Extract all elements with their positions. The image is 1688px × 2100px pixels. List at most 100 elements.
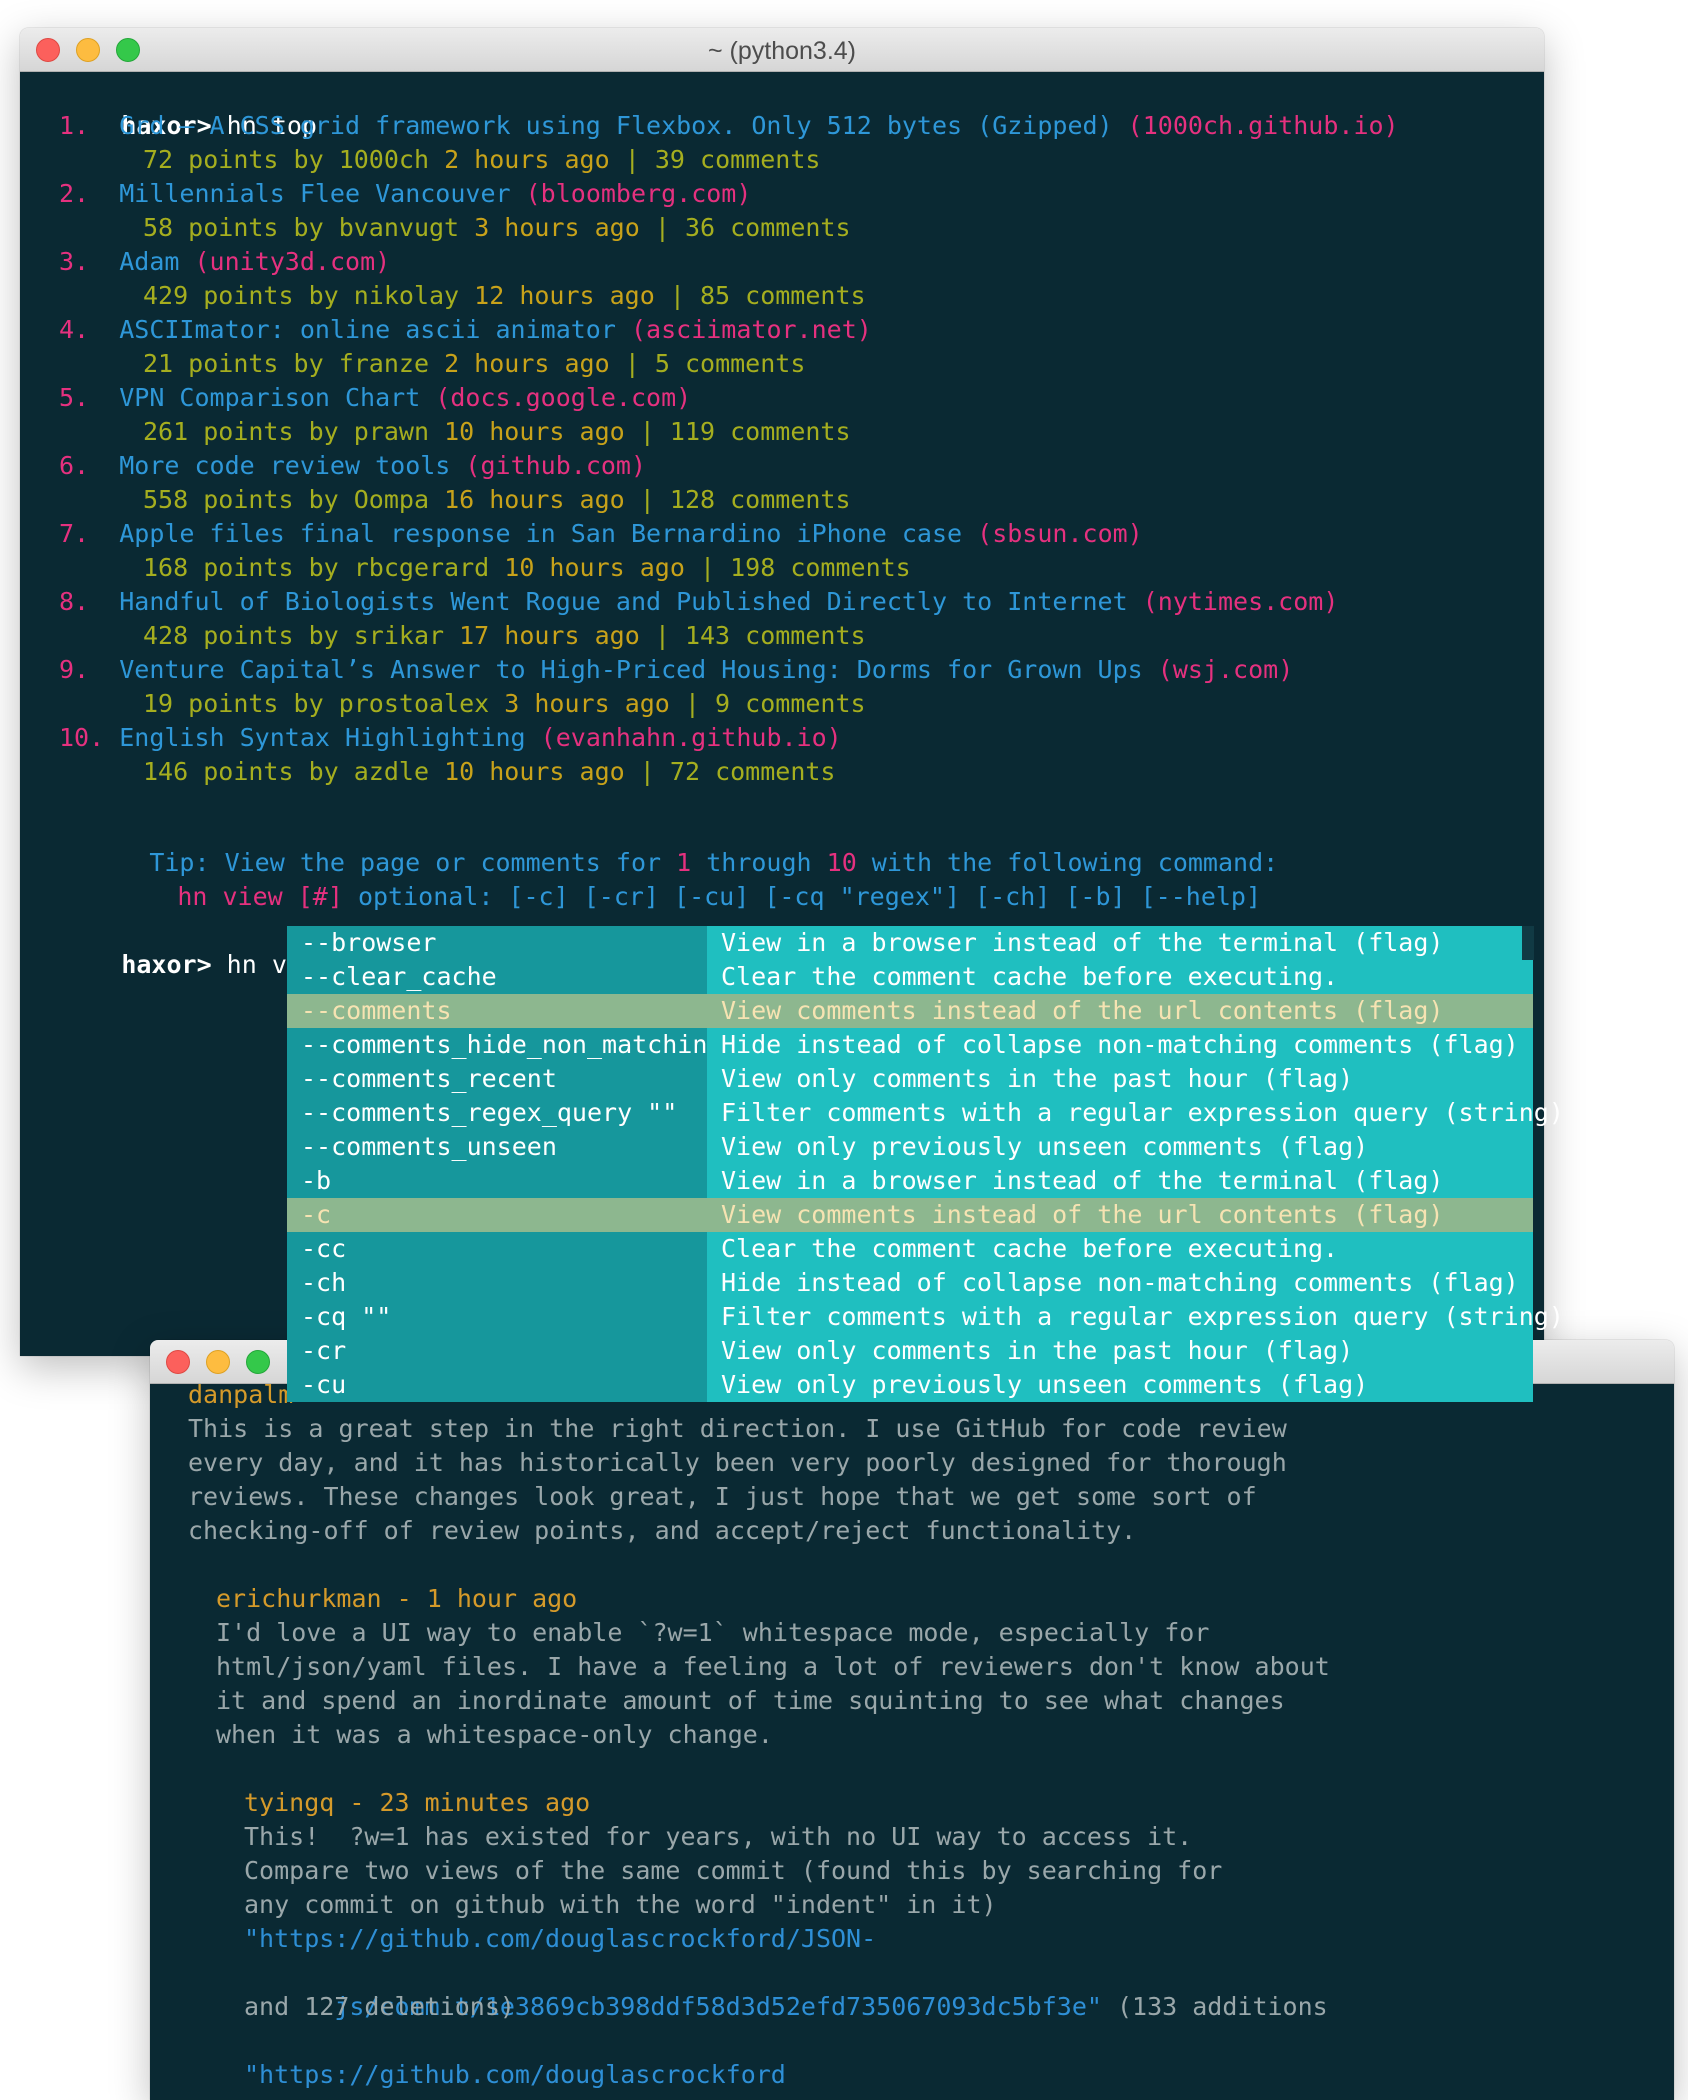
completion-item[interactable]: -b View in a browser instead of the termi…	[287, 1164, 1533, 1198]
story-points: 146	[143, 757, 189, 786]
story-author: franze	[338, 349, 430, 378]
completion-flag: -cc	[287, 1232, 707, 1266]
terminal-window-comments: danpalm This is a great step in the righ…	[150, 1340, 1674, 2100]
completion-description: View comments instead of the url content…	[707, 1198, 1533, 1232]
story-title[interactable]: Millennials Flee Vancouver	[119, 179, 510, 208]
completion-item[interactable]: --comments_unseen View only previously un…	[287, 1130, 1533, 1164]
completion-item[interactable]: -cr View only comments in the past hour (…	[287, 1334, 1533, 1368]
story-title[interactable]: More code review tools	[119, 451, 450, 480]
story-title[interactable]: Adam	[119, 247, 179, 276]
story-title-line[interactable]: 10. English Syntax Highlighting (evanhah…	[59, 721, 842, 755]
completion-item[interactable]: --comments_hide_non_matching Hide instead…	[287, 1028, 1533, 1062]
story-meta-line: 558 points by Oompa 16 hours ago | 128 c…	[143, 485, 851, 514]
story-points: 261	[143, 417, 189, 446]
story-comment-count: 72	[669, 757, 700, 786]
story-title[interactable]: ASCIImator: online ascii animator	[119, 315, 616, 344]
completion-item[interactable]: --comments_regex_query "" Filter comments…	[287, 1096, 1564, 1130]
story-points: 428	[143, 621, 189, 650]
completion-item[interactable]: --comments View comments instead of the u…	[287, 994, 1533, 1028]
completion-scrollbar[interactable]	[1522, 926, 1534, 960]
story-title-line[interactable]: 8. Handful of Biologists Went Rogue and …	[59, 585, 1338, 619]
story-author: prostoalex	[338, 689, 490, 718]
completion-item[interactable]: --clear_cache Clear the comment cache bef…	[287, 960, 1533, 994]
completion-item[interactable]: -cc Clear the comment cache before execut…	[287, 1232, 1533, 1266]
story-comment-count: 36	[684, 213, 716, 242]
story-title[interactable]: Handful of Biologists Went Rogue and Pub…	[119, 587, 1127, 616]
story-domain: (docs.google.com)	[435, 383, 692, 412]
story-points: 58	[143, 213, 174, 242]
comment-link[interactable]: "https://github.com/douglascrockford	[244, 2058, 786, 2092]
story-time: 16 hours ago	[444, 485, 625, 514]
comment-text: and 127 deletions)	[244, 1992, 515, 2021]
story-title[interactable]: VPN Comparison Chart	[119, 383, 420, 412]
story-author: rbcgerard	[353, 553, 490, 582]
story-time: 3 hours ago	[474, 213, 640, 242]
completion-menu[interactable]: --browser View in a browser instead of th…	[287, 926, 1564, 1402]
story-author: 1000ch	[338, 145, 430, 174]
completion-item[interactable]: --browser View in a browser instead of th…	[287, 926, 1533, 960]
story-title-line[interactable]: 4. ASCIImator: online ascii animator (as…	[59, 313, 872, 347]
comment-text: Compare two views of the same commit (fo…	[244, 1856, 1223, 1885]
completion-item[interactable]: -cu View only previously unseen comments …	[287, 1368, 1533, 1402]
comments-output[interactable]: danpalm This is a great step in the righ…	[150, 1380, 1674, 2100]
story-number: 7.	[59, 519, 90, 548]
close-icon[interactable]	[166, 1350, 190, 1374]
completion-description: View only previously unseen comments (fl…	[707, 1368, 1533, 1402]
title-bar[interactable]: ~ (python3.4)	[20, 28, 1544, 72]
completion-flag: -cr	[287, 1334, 707, 1368]
completion-item[interactable]: --comments_recent View only comments in t…	[287, 1062, 1533, 1096]
comment-text: This! ?w=1 has existed for years, with n…	[244, 1822, 1193, 1851]
comment-text: I'd love a UI way to enable `?w=1` white…	[216, 1618, 1210, 1647]
story-domain: (sbsun.com)	[977, 519, 1143, 548]
comment-text: it and spend an inordinate amount of tim…	[216, 1686, 1285, 1715]
story-title[interactable]: Venture Capital’s Answer to High-Priced …	[119, 655, 1143, 684]
completion-item[interactable]: -cq "" Filter comments with a regular exp…	[287, 1300, 1564, 1334]
story-author: bvanvugt	[338, 213, 460, 242]
completion-description: Filter comments with a regular expressio…	[707, 1096, 1564, 1130]
story-number: 1.	[59, 111, 90, 140]
comment-text: every day, and it has historically been …	[188, 1448, 1287, 1477]
story-domain: (unity3d.com)	[194, 247, 391, 276]
completion-flag: --clear_cache	[287, 960, 707, 994]
story-title-line[interactable]: 2. Millennials Flee Vancouver (bloomberg…	[59, 177, 751, 211]
story-title-line[interactable]: 7. Apple files final response in San Ber…	[59, 517, 1143, 551]
comment-text: checking-off of review points, and accep…	[188, 1516, 1137, 1545]
completion-item[interactable]: -ch Hide instead of collapse non-matching…	[287, 1266, 1533, 1300]
story-number: 3.	[59, 247, 90, 276]
zoom-icon[interactable]	[246, 1350, 270, 1374]
story-time: 12 hours ago	[474, 281, 655, 310]
comment-link-line: js/commit/1e3869cb398ddf58d3d52efd735067…	[334, 1992, 1328, 2021]
story-comment-count: 5	[654, 349, 670, 378]
story-meta-line: 58 points by bvanvugt 3 hours ago | 36 c…	[143, 213, 851, 242]
story-number: 6.	[59, 451, 90, 480]
story-time: 10 hours ago	[444, 757, 625, 786]
completion-flag: -cu	[287, 1368, 707, 1402]
story-number: 8.	[59, 587, 90, 616]
story-title-line[interactable]: 9. Venture Capital’s Answer to High-Pric…	[59, 653, 1293, 687]
story-comment-count: 9	[715, 689, 731, 718]
story-title[interactable]: English Syntax Highlighting	[119, 723, 525, 752]
minimize-icon[interactable]	[206, 1350, 230, 1374]
completion-item[interactable]: -c View comments instead of the url conte…	[287, 1198, 1533, 1232]
story-author: Oompa	[353, 485, 430, 514]
completion-flag: -b	[287, 1164, 707, 1198]
story-title-line[interactable]: 5. VPN Comparison Chart (docs.google.com…	[59, 381, 691, 415]
story-title-line[interactable]: 6. More code review tools (github.com)	[59, 449, 646, 483]
story-comment-count: 85	[699, 281, 731, 310]
story-domain: (evanhahn.github.io)	[540, 723, 842, 752]
story-title[interactable]: Grd – A CSS grid framework using Flexbox…	[119, 111, 1112, 140]
story-number: 4.	[59, 315, 90, 344]
story-title[interactable]: Apple files final response in San Bernar…	[119, 519, 962, 548]
story-number: 10.	[59, 723, 105, 752]
story-points: 429	[143, 281, 189, 310]
story-author: prawn	[353, 417, 430, 446]
story-title-line[interactable]: 3. Adam (unity3d.com)	[59, 245, 390, 279]
story-domain: (wsj.com)	[1157, 655, 1294, 684]
story-meta-line: 146 points by azdle 10 hours ago | 72 co…	[143, 757, 836, 786]
story-meta-line: 428 points by srikar 17 hours ago | 143 …	[143, 621, 866, 650]
completion-flag: --comments_recent	[287, 1062, 707, 1096]
story-domain: (github.com)	[465, 451, 647, 480]
comment-link[interactable]: "https://github.com/douglascrockford/JSO…	[244, 1922, 876, 1956]
story-points: 168	[143, 553, 189, 582]
story-title-line[interactable]: 1. Grd – A CSS grid framework using Flex…	[59, 109, 1399, 143]
